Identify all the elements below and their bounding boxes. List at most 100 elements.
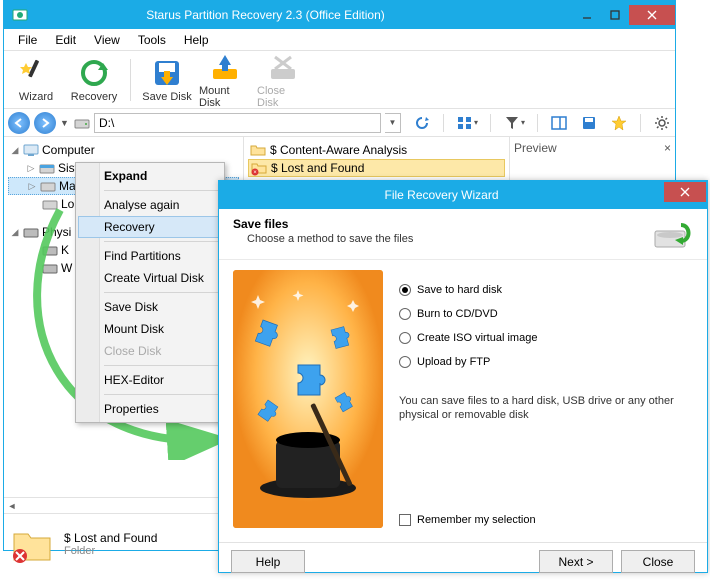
address-input[interactable] [94,113,381,133]
wizard-body: Save to hard disk Burn to CD/DVD Create … [219,260,707,542]
address-dropdown[interactable]: ▼ [385,113,401,133]
wizard-hint: You can save files to a hard disk, USB d… [399,394,693,423]
mountdisk-button[interactable]: Mount Disk [199,55,251,105]
closedisk-icon [267,51,299,83]
next-button[interactable]: Next > [539,550,613,573]
file-label: $ Content-Aware Analysis [270,143,407,157]
wizard-button[interactable]: Wizard [10,55,62,105]
wizard-label: Wizard [19,91,53,103]
ctx-close-disk: Close Disk [78,340,222,362]
refresh-icon[interactable] [413,114,431,132]
view-icon[interactable] [456,114,474,132]
file-lost-found[interactable]: × $ Lost and Found [248,159,505,177]
closedisk-label: Close Disk [257,85,309,109]
status-type: Folder [64,545,157,557]
tree-computer[interactable]: ◢Computer [8,141,239,159]
wizard-subheading: Choose a method to save the files [233,233,651,245]
radio-hdd[interactable]: Save to hard disk [399,284,693,296]
mountdisk-icon [209,51,241,83]
nav-history-dropdown[interactable]: ▼ [60,118,70,128]
radio-label: Create ISO virtual image [417,332,537,344]
ctx-save-disk[interactable]: Save Disk [78,296,222,318]
wizard-titlebar[interactable]: File Recovery Wizard [219,181,707,209]
settings-icon[interactable] [653,114,671,132]
main-titlebar[interactable]: Starus Partition Recovery 2.3 (Office Ed… [4,1,675,29]
radio-label: Save to hard disk [417,284,502,296]
radio-cd[interactable]: Burn to CD/DVD [399,308,693,320]
wizard-options: Save to hard disk Burn to CD/DVD Create … [399,270,693,532]
wizard-title: File Recovery Wizard [219,188,664,202]
window-title: Starus Partition Recovery 2.3 (Office Ed… [0,8,573,22]
filter-icon[interactable] [503,114,521,132]
recovery-icon [78,57,110,89]
folder-warn-icon: × [251,160,267,176]
ctx-mount-disk[interactable]: Mount Disk [78,318,222,340]
menubar: File Edit View Tools Help [4,29,675,51]
file-content-aware[interactable]: $ Content-Aware Analysis [248,141,505,159]
scroll-left-icon[interactable]: ◄ [4,501,20,511]
nav-back-button[interactable] [8,112,30,134]
drive-icon [74,115,90,131]
context-menu: Expand Analyse again Recovery Find Parti… [75,162,225,423]
tree-label: Computer [42,143,95,157]
radio-icon [399,284,411,296]
checkbox-label: Remember my selection [417,514,536,526]
remember-checkbox[interactable]: Remember my selection [399,514,693,526]
menu-tools[interactable]: Tools [130,31,174,49]
savedisk-label: Save Disk [142,91,192,103]
close-button[interactable] [629,5,675,25]
wizard-dialog: File Recovery Wizard Save files Choose a… [218,180,708,573]
ctx-find-partitions[interactable]: Find Partitions [78,245,222,267]
nav-forward-button[interactable] [34,112,56,134]
wizard-footer: Help Next > Close [219,542,707,580]
preview-title: Preview [514,141,557,155]
menu-file[interactable]: File [10,31,45,49]
help-button[interactable]: Help [231,550,305,573]
svg-text:×: × [253,170,257,176]
main-toolbar: Wizard Recovery Save Disk Mount Disk Clo… [4,51,675,109]
tree-label: W [61,261,72,275]
radio-label: Upload by FTP [417,356,490,368]
ctx-expand[interactable]: Expand [78,165,222,187]
wizard-icon [20,57,52,89]
ctx-analyse[interactable]: Analyse again [78,194,222,216]
mountdisk-label: Mount Disk [199,85,251,109]
ctx-create-vdisk[interactable]: Create Virtual Disk [78,267,222,289]
maximize-button[interactable] [601,5,629,25]
radio-icon [399,308,411,320]
address-bar: ▼ ▼ ▾ ▾ [4,109,675,137]
ctx-recovery[interactable]: Recovery [78,216,222,238]
preview-toggle-icon[interactable] [550,114,568,132]
radio-iso[interactable]: Create ISO virtual image [399,332,693,344]
close-dialog-button[interactable]: Close [621,550,695,573]
filter-dropdown[interactable]: ▾ [521,118,525,127]
menu-help[interactable]: Help [176,31,217,49]
menu-edit[interactable]: Edit [47,31,84,49]
savedisk-button[interactable]: Save Disk [141,55,193,105]
window-controls [573,5,675,25]
radio-icon [399,356,411,368]
radio-ftp[interactable]: Upload by FTP [399,356,693,368]
view-dropdown[interactable]: ▾ [474,118,478,127]
recovery-button[interactable]: Recovery [68,55,120,105]
status-folder-icon [10,522,54,566]
wizard-header: Save files Choose a method to save the f… [219,209,707,260]
checkbox-icon [399,514,411,526]
ctx-properties[interactable]: Properties [78,398,222,420]
savedisk-icon [151,57,183,89]
preview-close-button[interactable]: × [664,141,671,155]
save-icon[interactable] [580,114,598,132]
tree-label: Lo [61,197,74,211]
wizard-close-button[interactable] [664,182,706,202]
file-label: $ Lost and Found [271,161,364,175]
minimize-button[interactable] [573,5,601,25]
drive-save-icon [651,217,693,253]
favorite-icon[interactable] [610,114,628,132]
menu-view[interactable]: View [86,31,128,49]
radio-icon [399,332,411,344]
tree-label: K [61,243,69,257]
wizard-heading: Save files [233,217,651,231]
ctx-hex[interactable]: HEX-Editor [78,369,222,391]
wizard-illustration [233,270,383,528]
radio-label: Burn to CD/DVD [417,308,498,320]
